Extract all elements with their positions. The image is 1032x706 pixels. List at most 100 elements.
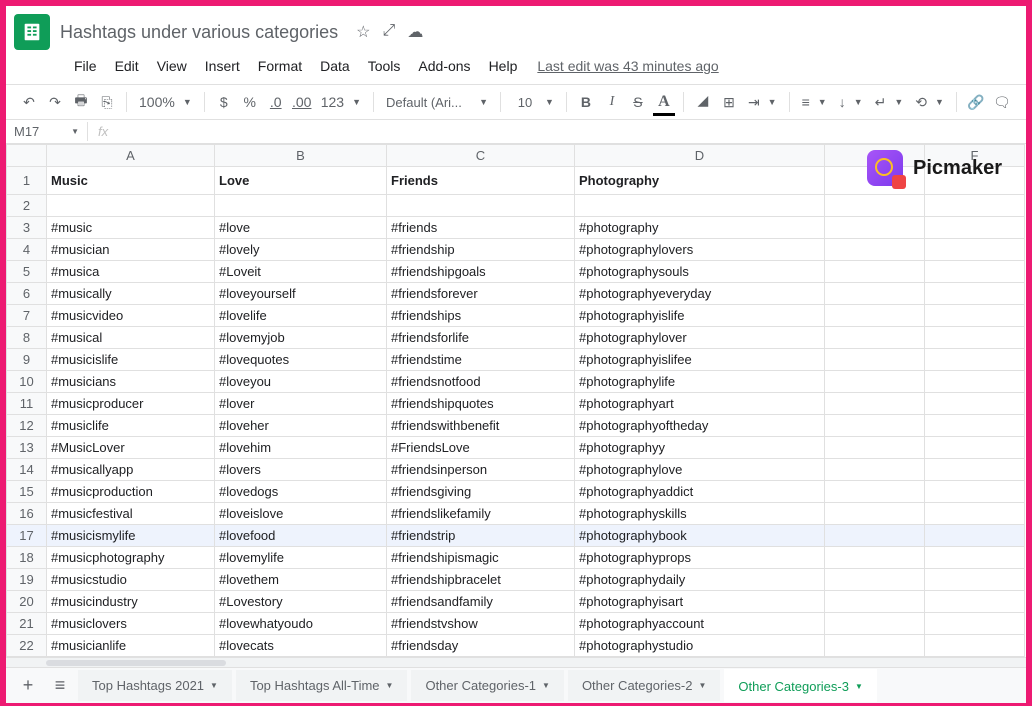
row-header-16[interactable]: 16: [7, 503, 47, 525]
merge-button[interactable]: ⇥▼: [744, 91, 781, 113]
cell-E15[interactable]: [825, 481, 925, 503]
print-button[interactable]: 🖶: [70, 91, 92, 113]
rotate-button[interactable]: ⟲▼: [911, 91, 948, 113]
cell-E13[interactable]: [825, 437, 925, 459]
number-format-select[interactable]: 123▼: [317, 91, 365, 113]
cell-C11[interactable]: #friendshipquotes: [387, 393, 575, 415]
strike-button[interactable]: S: [627, 91, 649, 113]
cell-B14[interactable]: #lovers: [215, 459, 387, 481]
cell-B15[interactable]: #lovedogs: [215, 481, 387, 503]
menu-add-ons[interactable]: Add-ons: [410, 54, 478, 78]
last-edit-link[interactable]: Last edit was 43 minutes ago: [537, 58, 718, 74]
zoom-select[interactable]: 100%▼: [135, 91, 196, 113]
row-header-20[interactable]: 20: [7, 591, 47, 613]
cell-E14[interactable]: [825, 459, 925, 481]
currency-button[interactable]: $: [213, 91, 235, 113]
star-icon[interactable]: ☆: [356, 22, 370, 42]
cell-C17[interactable]: #friendstrip: [387, 525, 575, 547]
cell-D12[interactable]: #photographyoftheday: [575, 415, 825, 437]
undo-button[interactable]: ↶: [18, 91, 40, 113]
cell-D4[interactable]: #photographylovers: [575, 239, 825, 261]
cell-E20[interactable]: [825, 591, 925, 613]
cell-D21[interactable]: #photographyaccount: [575, 613, 825, 635]
cell-C16[interactable]: #friendslikefamily: [387, 503, 575, 525]
borders-button[interactable]: ⊞: [718, 91, 740, 113]
cell-A6[interactable]: #musically: [47, 283, 215, 305]
cell-F16[interactable]: [925, 503, 1025, 525]
cell-D5[interactable]: #photographysouls: [575, 261, 825, 283]
paint-format-button[interactable]: ⎘: [96, 91, 118, 113]
wrap-button[interactable]: ↵▼: [871, 91, 908, 113]
cell-C10[interactable]: #friendsnotfood: [387, 371, 575, 393]
cell-B4[interactable]: #lovely: [215, 239, 387, 261]
cell-A16[interactable]: #musicfestival: [47, 503, 215, 525]
cloud-icon[interactable]: ☁: [407, 22, 423, 42]
cell-B13[interactable]: #lovehim: [215, 437, 387, 459]
cell-D3[interactable]: #photography: [575, 217, 825, 239]
row-header-22[interactable]: 22: [7, 635, 47, 657]
cell-B9[interactable]: #lovequotes: [215, 349, 387, 371]
cell-A5[interactable]: #musica: [47, 261, 215, 283]
cell-F8[interactable]: [925, 327, 1025, 349]
cell-F20[interactable]: [925, 591, 1025, 613]
cell-D9[interactable]: #photographyislifee: [575, 349, 825, 371]
cell-B3[interactable]: #love: [215, 217, 387, 239]
cell-E7[interactable]: [825, 305, 925, 327]
cell-D22[interactable]: #photographystudio: [575, 635, 825, 657]
sheet-tab-3[interactable]: Other Categories-2▼: [568, 670, 720, 701]
cell-A17[interactable]: #musicismylife: [47, 525, 215, 547]
cell-A11[interactable]: #musicproducer: [47, 393, 215, 415]
cell-F12[interactable]: [925, 415, 1025, 437]
cell-D19[interactable]: #photographydaily: [575, 569, 825, 591]
cell-B11[interactable]: #lover: [215, 393, 387, 415]
cell-D13[interactable]: #photographyy: [575, 437, 825, 459]
cell-F11[interactable]: [925, 393, 1025, 415]
cell-A8[interactable]: #musical: [47, 327, 215, 349]
cell-F9[interactable]: [925, 349, 1025, 371]
cell-C19[interactable]: #friendshipbracelet: [387, 569, 575, 591]
cell-D6[interactable]: #photographyeveryday: [575, 283, 825, 305]
fill-color-button[interactable]: ◢: [692, 91, 714, 113]
cell-A15[interactable]: #musicproduction: [47, 481, 215, 503]
cell-D7[interactable]: #photographyislife: [575, 305, 825, 327]
row-header-19[interactable]: 19: [7, 569, 47, 591]
cell-D14[interactable]: #photographylove: [575, 459, 825, 481]
comment-button[interactable]: 🗨: [991, 91, 1013, 113]
column-header-C[interactable]: C: [387, 145, 575, 167]
cell-D11[interactable]: #photographyart: [575, 393, 825, 415]
all-sheets-button[interactable]: ≡: [46, 672, 74, 700]
cell-A1[interactable]: Music: [47, 167, 215, 195]
cell-B17[interactable]: #lovefood: [215, 525, 387, 547]
cell-B6[interactable]: #loveyourself: [215, 283, 387, 305]
cell-E17[interactable]: [825, 525, 925, 547]
column-header-D[interactable]: D: [575, 145, 825, 167]
cell-F6[interactable]: [925, 283, 1025, 305]
row-header-1[interactable]: 1: [7, 167, 47, 195]
cell-A12[interactable]: #musiclife: [47, 415, 215, 437]
cell-A3[interactable]: #music: [47, 217, 215, 239]
row-header-14[interactable]: 14: [7, 459, 47, 481]
valign-button[interactable]: ↓▼: [835, 91, 867, 113]
cell-E4[interactable]: [825, 239, 925, 261]
cell-C9[interactable]: #friendstime: [387, 349, 575, 371]
cell-E19[interactable]: [825, 569, 925, 591]
cell-B19[interactable]: #lovethem: [215, 569, 387, 591]
cell-C14[interactable]: #friendsinperson: [387, 459, 575, 481]
cell-D10[interactable]: #photographylife: [575, 371, 825, 393]
fontsize-select[interactable]: 10▼: [509, 91, 558, 113]
font-select[interactable]: Default (Ari...▼: [382, 91, 492, 113]
cell-E9[interactable]: [825, 349, 925, 371]
row-header-13[interactable]: 13: [7, 437, 47, 459]
cell-F21[interactable]: [925, 613, 1025, 635]
cell-B20[interactable]: #Lovestory: [215, 591, 387, 613]
row-header-12[interactable]: 12: [7, 415, 47, 437]
cell-D16[interactable]: #photographyskills: [575, 503, 825, 525]
cell-C20[interactable]: #friendsandfamily: [387, 591, 575, 613]
text-color-button[interactable]: A: [653, 91, 675, 113]
cell-A20[interactable]: #musicindustry: [47, 591, 215, 613]
bold-button[interactable]: B: [575, 91, 597, 113]
cell-C22[interactable]: #friendsday: [387, 635, 575, 657]
cell-C12[interactable]: #friendswithbenefit: [387, 415, 575, 437]
sheet-tab-0[interactable]: Top Hashtags 2021▼: [78, 670, 232, 701]
cell-B22[interactable]: #lovecats: [215, 635, 387, 657]
